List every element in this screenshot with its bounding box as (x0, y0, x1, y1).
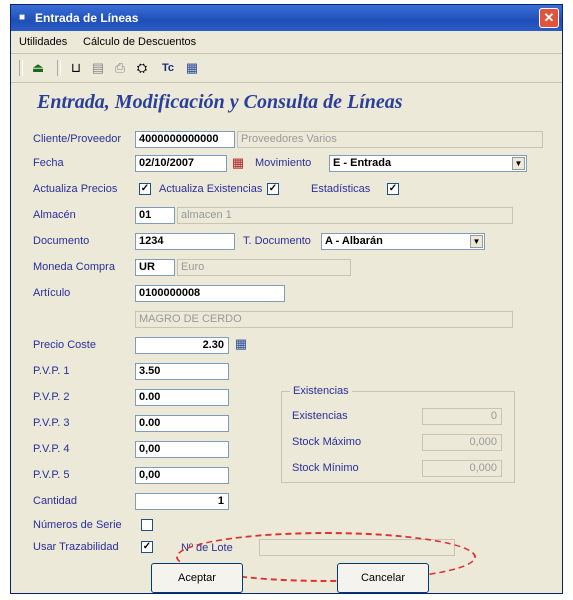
tdocumento-value: A - Albarán (325, 235, 383, 247)
calendar-icon[interactable]: ▦ (229, 154, 247, 172)
menu-bar: Utilidades Cálculo de Descuentos (11, 31, 562, 54)
actualiza-existencias-checkbox[interactable]: ✓ (267, 183, 279, 195)
estadisticas-label: Estadísticas (311, 183, 371, 195)
almacen-code-field[interactable]: 01 (135, 207, 175, 224)
usar-trazabilidad-checkbox[interactable]: ✓ (141, 541, 153, 553)
usar-trazabilidad-label: Usar Trazabilidad (33, 541, 119, 553)
stock-maximo-label: Stock Máximo (292, 436, 362, 448)
cliente-label: Cliente/Proveedor (33, 133, 122, 145)
actualiza-existencias-label: Actualiza Existencias (159, 183, 263, 195)
main-window: ■ Entrada de Líneas ✕ Utilidades Cálculo… (10, 4, 563, 594)
cliente-code-field[interactable]: 4000000000000 (135, 131, 235, 148)
numeros-serie-checkbox[interactable] (141, 519, 153, 531)
menu-calculo-descuentos[interactable]: Cálculo de Descuentos (83, 36, 196, 48)
documento-label: Documento (33, 235, 90, 247)
print-icon[interactable]: ⎙ (111, 59, 129, 77)
moneda-code-field[interactable]: UR (135, 259, 175, 276)
existencias-label: Existencias (292, 410, 348, 422)
text-icon[interactable]: Tc (159, 59, 177, 77)
movimiento-label: Movimiento (255, 157, 312, 169)
stock-minimo-label: Stock Mínimo (292, 462, 359, 474)
tdocumento-select[interactable]: A - Albarán ▼ (321, 233, 485, 250)
menu-utilidades[interactable]: Utilidades (19, 36, 67, 48)
pvp1-field[interactable]: 3.50 (135, 363, 229, 380)
movimiento-select[interactable]: E - Entrada ▼ (329, 155, 527, 172)
existencias-field: 0 (422, 408, 502, 425)
articulo-desc-field: MAGRO DE CERDO (135, 311, 513, 328)
pvp3-field[interactable]: 0.00 (135, 415, 229, 432)
stock-minimo-field: 0,000 (422, 460, 502, 477)
aceptar-button[interactable]: Aceptar (151, 563, 243, 593)
cliente-name-field: Proveedores Varios (237, 131, 543, 148)
movimiento-value: E - Entrada (333, 157, 392, 169)
cantidad-label: Cantidad (33, 495, 78, 507)
existencias-group-title: Existencias (290, 385, 352, 397)
app-icon: ■ (19, 12, 26, 23)
precio-coste-field[interactable]: 2.30 (135, 337, 229, 354)
estadisticas-checkbox[interactable]: ✓ (387, 183, 399, 195)
pvp4-label: P.V.P. 4 (33, 443, 70, 455)
page-title: Entrada, Modificación y Consulta de Líne… (37, 91, 403, 113)
numeros-serie-label: Números de Serie (33, 519, 122, 531)
existencias-group: Existencias Existencias 0 Stock Máximo 0… (281, 385, 515, 483)
delete-icon[interactable]: ▤ (89, 59, 107, 77)
almacen-label: Almacén (33, 209, 76, 221)
moneda-label: Moneda Compra (33, 261, 115, 273)
pvp5-label: P.V.P. 5 (33, 469, 70, 481)
cancelar-button[interactable]: Cancelar (337, 563, 429, 593)
precio-coste-label: Precio Coste (33, 339, 96, 351)
calculator-icon[interactable]: ▦ (183, 59, 201, 77)
toolbar-separator (19, 60, 23, 76)
fecha-label: Fecha (33, 157, 64, 169)
pvp3-label: P.V.P. 3 (33, 417, 70, 429)
toolbar: ⏏ ⊔ ▤ ⎙ ⛭ Tc ▦ (11, 54, 562, 83)
cantidad-field[interactable]: 1 (135, 493, 229, 510)
actualiza-precios-label: Actualiza Precios (33, 183, 118, 195)
actualiza-precios-checkbox[interactable]: ✓ (139, 183, 151, 195)
tdocumento-label: T. Documento (243, 235, 311, 247)
window-title: Entrada de Líneas (35, 11, 139, 25)
pvp5-field[interactable]: 0,00 (135, 467, 229, 484)
pvp2-label: P.V.P. 2 (33, 391, 70, 403)
articulo-code-field[interactable]: 0100000008 (135, 285, 285, 302)
search-icon[interactable]: ⛭ (133, 59, 151, 77)
articulo-label: Artículo (33, 287, 71, 299)
close-button[interactable]: ✕ (539, 8, 559, 28)
fecha-field[interactable]: 02/10/2007 (135, 155, 227, 172)
chevron-down-icon[interactable]: ▼ (470, 235, 483, 248)
pvp2-field[interactable]: 0.00 (135, 389, 229, 406)
toolbar-separator (57, 60, 61, 76)
almacen-name-field: almacen 1 (177, 207, 513, 224)
stock-maximo-field: 0,000 (422, 434, 502, 451)
exit-icon[interactable]: ⏏ (29, 59, 47, 77)
pvp1-label: P.V.P. 1 (33, 365, 70, 377)
title-bar[interactable]: ■ Entrada de Líneas ✕ (11, 5, 562, 31)
new-icon[interactable]: ⊔ (67, 59, 85, 77)
documento-field[interactable]: 1234 (135, 233, 235, 250)
moneda-name-field: Euro (177, 259, 351, 276)
calculator-icon[interactable]: ▦ (232, 335, 250, 353)
pvp4-field[interactable]: 0,00 (135, 441, 229, 458)
chevron-down-icon[interactable]: ▼ (512, 157, 525, 170)
